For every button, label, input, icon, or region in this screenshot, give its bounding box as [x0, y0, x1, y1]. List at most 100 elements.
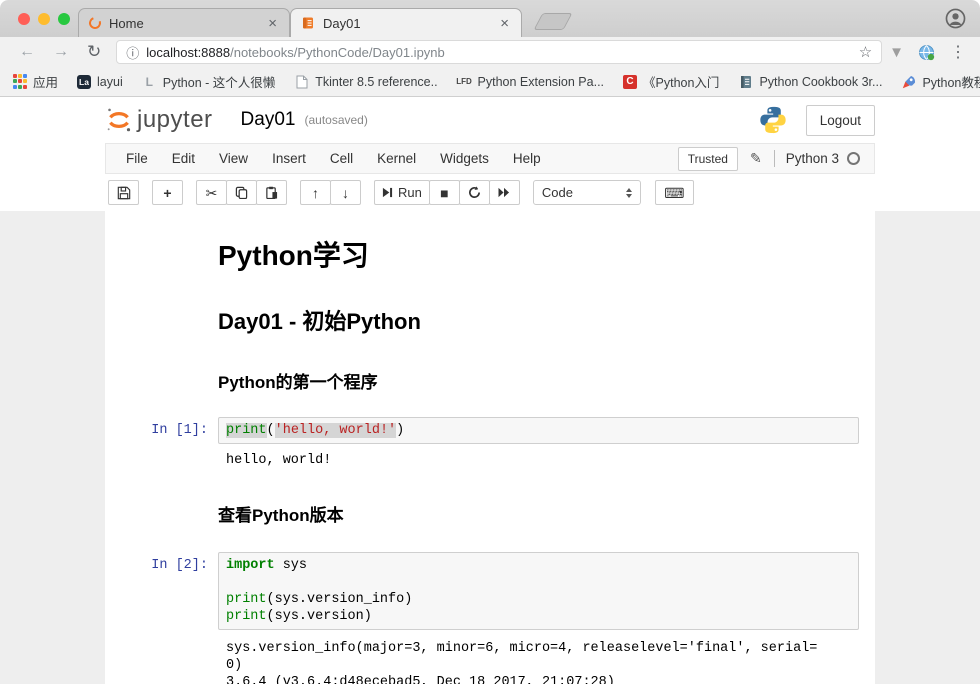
scissors-icon: ✂: [206, 186, 218, 200]
minimize-window-button[interactable]: [38, 13, 50, 25]
new-tab-button[interactable]: [533, 13, 572, 30]
restart-run-all-button[interactable]: [489, 180, 520, 205]
code-input-1[interactable]: print('hello, world!'): [218, 417, 859, 444]
code-token: sys: [275, 558, 307, 573]
prompt-spacer: [118, 222, 218, 274]
page-icon: [294, 74, 309, 89]
notebook-h2: Day01 - 初始Python: [218, 304, 859, 336]
bookmark-python-extension[interactable]: LFD Python Extension Pa...: [457, 74, 604, 89]
menu-file[interactable]: File: [114, 146, 160, 171]
copy-icon: [235, 186, 248, 199]
markdown-cell-title[interactable]: Python学习: [118, 217, 859, 279]
notebook-h3-second: 查看Python版本: [218, 501, 859, 526]
menu-edit[interactable]: Edit: [160, 146, 207, 171]
interrupt-kernel-button[interactable]: ■: [429, 180, 460, 205]
trusted-button[interactable]: Trusted: [678, 147, 738, 171]
globe-extension-icon[interactable]: [911, 44, 942, 61]
code-token: 'hello, world!': [275, 423, 397, 438]
reload-icon[interactable]: ↻: [78, 42, 110, 62]
menu-widgets[interactable]: Widgets: [428, 146, 501, 171]
traffic-lights: [18, 13, 70, 25]
select-spinner-icon: [626, 188, 632, 198]
bookmark-python-blog[interactable]: L Python - 这个人很懒: [142, 72, 276, 91]
move-cell-up-button[interactable]: ↑: [300, 180, 331, 205]
add-cell-button[interactable]: +: [152, 180, 183, 205]
book-icon: [738, 74, 753, 89]
restart-kernel-button[interactable]: [459, 180, 490, 205]
code-token: (sys.version_info): [267, 592, 413, 607]
menu-kernel[interactable]: Kernel: [365, 146, 428, 171]
code-cell-2[interactable]: In [2]: import sys print(sys.version_inf…: [118, 547, 859, 635]
bookmark-label: Python Cookbook 3r...: [759, 75, 882, 89]
bookmark-label: layui: [97, 75, 123, 89]
output-line: sys.version_info(major=3, minor=6, micro…: [226, 640, 859, 657]
tab-close-icon[interactable]: ×: [498, 16, 511, 31]
notebook-area: Python学习 Day01 - 初始Python Python的第一个程序 I…: [0, 211, 980, 684]
forward-icon[interactable]: →: [44, 43, 78, 61]
notebook-title[interactable]: Day01: [241, 109, 296, 131]
bookmark-label: Python - 这个人很懒: [163, 72, 276, 91]
paste-cell-button[interactable]: [256, 180, 287, 205]
bookmark-python-tutorial[interactable]: Python教程: [901, 72, 980, 91]
cell-type-value: Code: [542, 185, 573, 200]
tab-home-label: Home: [109, 16, 266, 31]
bookmark-apps[interactable]: 应用: [12, 72, 58, 91]
code-input-2[interactable]: import sys print(sys.version_info) print…: [218, 552, 859, 630]
menu-insert[interactable]: Insert: [260, 146, 318, 171]
close-window-button[interactable]: [18, 13, 30, 25]
page-info-icon[interactable]: ⓘ: [126, 43, 139, 62]
notebook-favicon-icon: [301, 16, 315, 30]
bookmark-star-icon[interactable]: ☆: [859, 43, 872, 61]
bookmarks-bar: 应用 La layui L Python - 这个人很懒 Tkinter 8.5…: [0, 67, 980, 97]
maximize-window-button[interactable]: [58, 13, 70, 25]
notebook-toolbar: + ✂ ↑ ↓: [0, 174, 980, 211]
run-cell-button[interactable]: Run: [374, 180, 430, 205]
bookmark-layui[interactable]: La layui: [77, 75, 123, 89]
prompt-spacer: [118, 284, 218, 336]
cell-type-select[interactable]: Code: [533, 180, 641, 205]
tab-home[interactable]: Home ×: [78, 8, 290, 37]
lfd-icon: LFD: [457, 74, 472, 89]
browser-menu-icon[interactable]: ⋮: [942, 42, 970, 62]
logout-button[interactable]: Logout: [806, 105, 875, 136]
command-palette-button[interactable]: ⌨: [655, 180, 694, 205]
jupyter-logo-text: jupyter: [137, 106, 213, 134]
markdown-cell-version[interactable]: 查看Python版本: [118, 474, 859, 531]
bookmark-tkinter[interactable]: Tkinter 8.5 reference..: [294, 74, 437, 89]
profile-avatar-icon[interactable]: [945, 8, 966, 34]
input-prompt: In [2]:: [118, 552, 218, 630]
code-cell-1[interactable]: In [1]: print('hello, world!'): [118, 412, 859, 449]
address-bar[interactable]: ⓘ localhost:8888 /notebooks/PythonCode/D…: [116, 40, 882, 64]
download-extension-icon[interactable]: ▼: [882, 44, 911, 61]
plus-icon: +: [163, 186, 171, 200]
markdown-cell-day01[interactable]: Day01 - 初始Python: [118, 279, 859, 341]
menu-cell[interactable]: Cell: [318, 146, 365, 171]
tab-day01[interactable]: Day01 ×: [290, 8, 522, 37]
letter-l-icon: L: [142, 74, 157, 89]
url-host: localhost:8888: [146, 45, 230, 60]
kernel-name: Python 3: [786, 151, 839, 166]
output-cell-1: hello, world!: [118, 449, 859, 474]
bookmark-cookbook[interactable]: Python Cookbook 3r...: [738, 74, 882, 89]
save-button[interactable]: [108, 180, 139, 205]
move-cell-down-button[interactable]: ↓: [330, 180, 361, 205]
menu-help[interactable]: Help: [501, 146, 553, 171]
jupyter-logo[interactable]: jupyter: [105, 106, 213, 134]
kernel-idle-indicator: [847, 152, 860, 165]
keyboard-icon: ⌨: [664, 186, 684, 200]
layui-icon: La: [77, 75, 91, 89]
output-line: 0): [226, 657, 859, 674]
bookmark-python-intro[interactable]: C 《Python入门: [623, 72, 719, 91]
rocket-icon: [901, 74, 916, 89]
pencil-icon: ✎: [750, 150, 762, 167]
jupyter-header: jupyter Day01 (autosaved) Logout: [105, 97, 875, 143]
markdown-cell-first-program[interactable]: Python的第一个程序: [118, 341, 859, 398]
divider: [774, 150, 775, 167]
cut-cell-button[interactable]: ✂: [196, 180, 227, 205]
restart-icon: [468, 186, 481, 199]
menu-view[interactable]: View: [207, 146, 260, 171]
back-icon[interactable]: ←: [10, 43, 44, 61]
bookmark-label: 应用: [33, 72, 58, 91]
tab-close-icon[interactable]: ×: [266, 16, 279, 31]
copy-cell-button[interactable]: [226, 180, 257, 205]
